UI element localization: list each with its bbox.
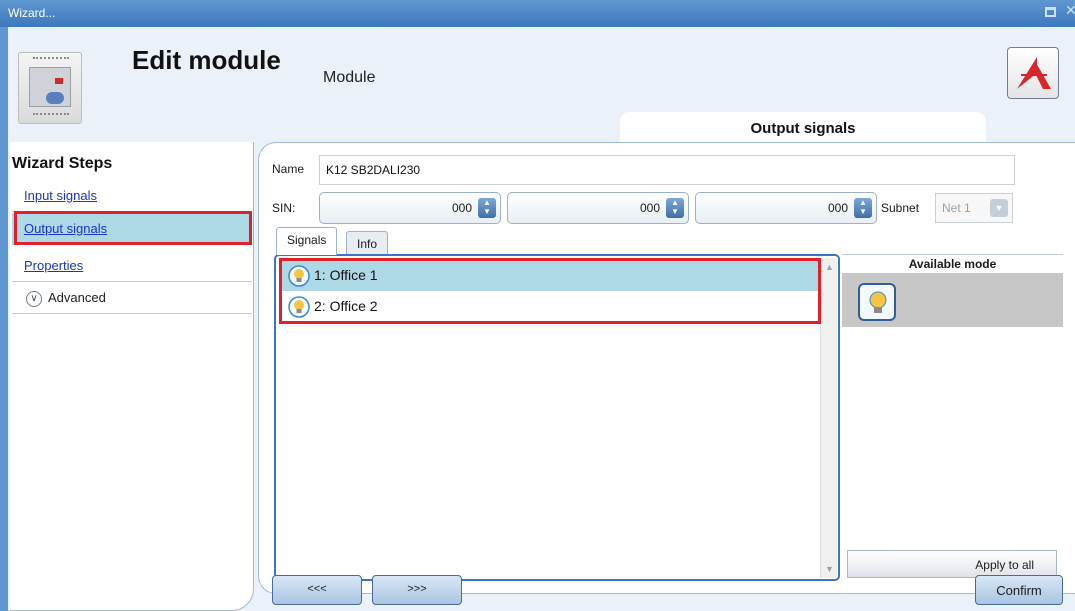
step-advanced[interactable]: ∨ Advanced (12, 282, 252, 314)
wizard-steps-title: Wizard Steps (12, 155, 113, 172)
subnet-value: Net 1 (942, 201, 971, 215)
chevron-down-icon[interactable]: ∨ (26, 290, 42, 307)
subnet-select[interactable]: Net 1 ▼ (935, 193, 1013, 223)
spin-updown-icon[interactable]: ▲ ▼ (478, 198, 496, 218)
sin-stepper-2[interactable]: 000 ▲ ▼ (507, 192, 689, 224)
sin-value-3: 000 (827, 201, 848, 215)
window-border (0, 27, 8, 611)
subnet-label: Subnet (881, 201, 920, 215)
bulb-icon (869, 291, 887, 313)
signals-scrollbar[interactable]: ▲ ▼ (820, 258, 837, 578)
logo-button[interactable] (1007, 47, 1059, 99)
sin-value-2: 000 (639, 201, 660, 215)
confirm-button[interactable]: Confirm (975, 575, 1063, 605)
scroll-up-icon[interactable]: ▲ (825, 262, 834, 272)
module-image (18, 52, 82, 124)
page-subtitle: Module (323, 69, 376, 86)
logo-icon (1017, 57, 1051, 89)
next-button[interactable]: >>> (372, 575, 462, 605)
name-field[interactable]: K12 SB2DALI230 (319, 155, 1015, 185)
module-pins (33, 57, 69, 63)
signals-highlight (279, 258, 821, 324)
sin-stepper-1[interactable]: 000 ▲ ▼ (319, 192, 501, 224)
window-titlebar: Wizard... ✕ (0, 0, 1075, 27)
module-knob (46, 92, 64, 104)
sin-label: SIN: (272, 201, 296, 215)
chevron-down-icon[interactable]: ▼ (990, 199, 1008, 217)
sin-stepper-3[interactable]: 000 ▲ ▼ (695, 192, 877, 224)
module-led (55, 78, 63, 84)
maximize-icon[interactable] (1045, 7, 1056, 17)
section-title: Output signals (620, 112, 986, 142)
module-front (29, 67, 71, 107)
spin-updown-icon[interactable]: ▲ ▼ (666, 198, 684, 218)
step-advanced-label: Advanced (48, 290, 106, 305)
step-properties[interactable]: Properties (12, 250, 252, 282)
step-properties-link[interactable]: Properties (24, 258, 83, 273)
scroll-down-icon[interactable]: ▼ (825, 564, 834, 574)
sin-value-1: 000 (451, 201, 472, 215)
close-icon[interactable]: ✕ (1065, 3, 1075, 19)
step-input-signals[interactable]: Input signals (12, 180, 252, 212)
name-label: Name (272, 162, 305, 176)
window-title: Wizard... (8, 6, 56, 20)
tab-signals[interactable]: Signals (276, 227, 338, 255)
page-title: Edit module (132, 45, 281, 75)
module-pins-bottom (33, 113, 69, 119)
light-mode-button[interactable] (858, 283, 896, 321)
spin-updown-icon[interactable]: ▲ ▼ (854, 198, 872, 218)
apply-to-all-button[interactable]: Apply to all (847, 550, 1057, 578)
output-step-highlight (14, 211, 252, 245)
previous-button[interactable]: <<< (272, 575, 362, 605)
window-controls: ✕ (1045, 3, 1075, 23)
step-input-signals-link[interactable]: Input signals (24, 188, 97, 203)
